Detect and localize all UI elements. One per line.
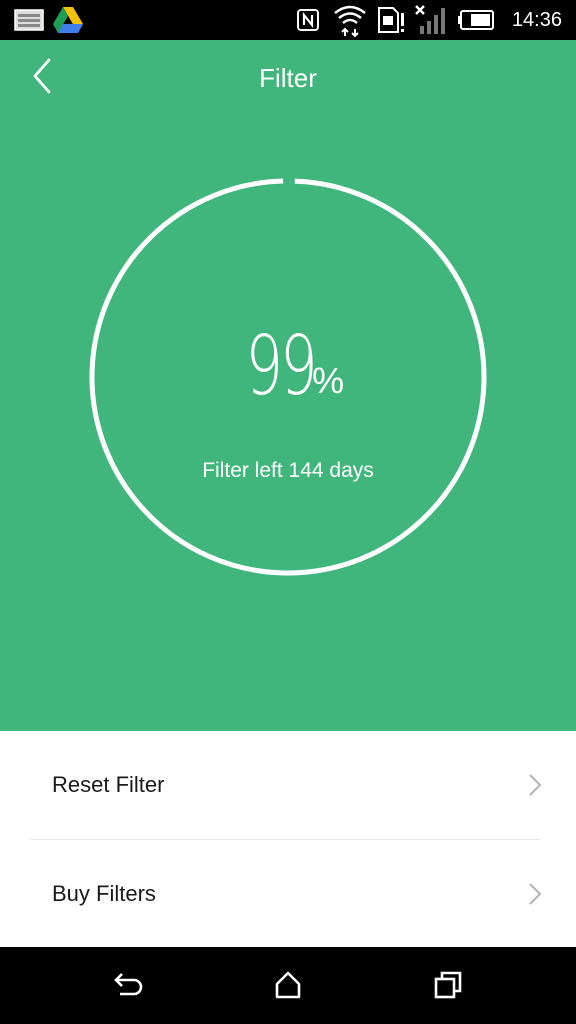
signal-icon [414,0,448,40]
sim-icon [376,0,406,40]
nav-recents-button[interactable] [428,967,468,1003]
gauge-percentage: 99 [245,319,317,414]
reset-filter-item[interactable]: Reset Filter [0,731,576,839]
page-title: Filter [259,63,317,93]
home-icon [275,971,301,999]
status-time: 14:36 [511,9,562,31]
reset-filter-label: Reset Filter [52,772,165,797]
back-icon [114,973,143,996]
gauge-unit: % [312,360,345,401]
filter-status-panel: Filter 99% Filter left 144 days [0,40,576,731]
navigation-bar [0,947,576,1024]
buy-filters-item[interactable]: Buy Filters [0,840,576,948]
buy-filters-label: Buy Filters [52,881,156,906]
gallery-icon [14,0,44,40]
chevron-right-icon [529,774,542,796]
wifi-icon [333,0,367,40]
status-bar: 14:36 [0,0,576,40]
filter-gauge: 99% Filter left 144 days [88,177,488,577]
gauge-value: 99% [88,322,488,412]
filter-actions-list: Reset Filter Buy Filters [0,731,576,947]
nfc-icon [296,0,320,40]
nav-back-button[interactable] [108,967,148,1003]
google-drive-icon [52,0,84,40]
chevron-right-icon [529,883,542,905]
recents-icon [434,971,462,999]
gauge-caption: Filter left 144 days [202,459,374,482]
nav-home-button[interactable] [268,967,308,1003]
battery-icon [458,0,494,40]
